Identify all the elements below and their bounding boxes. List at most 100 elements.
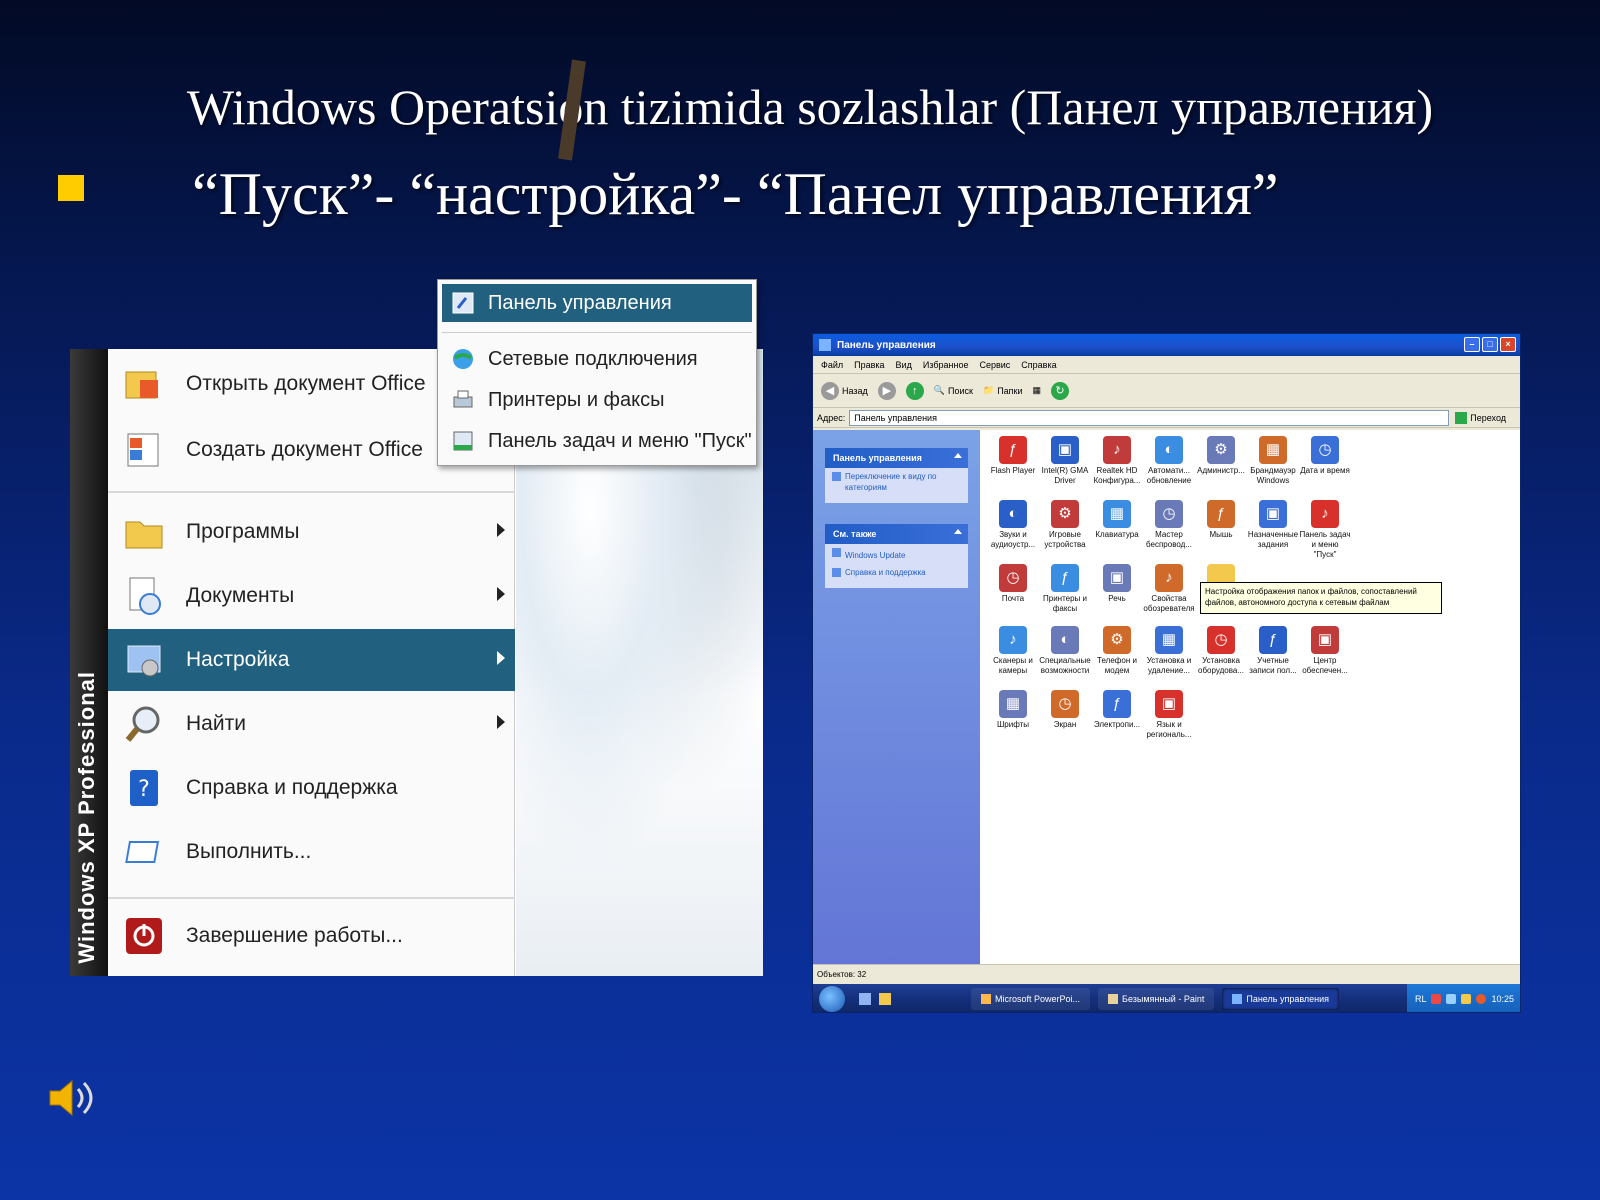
network-icon[interactable] <box>1446 994 1457 1004</box>
menu-item-help[interactable]: ? Справка и поддержка <box>108 757 515 819</box>
show-desktop-icon[interactable] <box>859 993 871 1005</box>
speaker-icon[interactable] <box>46 1073 96 1123</box>
control-panel-item[interactable]: ♪ Сканеры и камеры <box>987 626 1039 676</box>
applet-label: Звуки и аудиоустр... <box>990 530 1036 549</box>
submenu-item-taskbar[interactable]: Панель задач и меню "Пуск" <box>442 422 752 460</box>
task-control-panel[interactable]: Панель управления <box>1222 988 1340 1010</box>
chevron-up-icon <box>954 453 962 458</box>
help-support-link[interactable]: Справка и поддержка <box>825 564 968 588</box>
task-paint[interactable]: Безымянный - Paint <box>1098 988 1215 1010</box>
applet-icon: ♪ <box>1311 500 1339 528</box>
window-titlebar[interactable]: Панель управления – □ × <box>813 334 1520 356</box>
language-indicator[interactable]: RL <box>1415 994 1427 1004</box>
applet-icon: ⚙ <box>1207 436 1235 464</box>
submenu-item-network[interactable]: Сетевые подключения <box>442 340 752 378</box>
control-panel-item[interactable]: ▦ Брандмауэр Windows <box>1247 436 1299 486</box>
security-shield-icon[interactable] <box>1431 994 1442 1004</box>
back-button[interactable]: ◀ Назад <box>821 381 868 400</box>
menu-item-label: Справка и поддержка <box>186 776 398 799</box>
control-panel-item[interactable]: ◐ Специальные возможности <box>1039 626 1091 676</box>
icon-grid: ƒ Flash Player ▣ Intel(R) GMA Driver ♪ Realte… <box>983 430 1520 964</box>
menu-item-search[interactable]: Найти <box>108 693 515 755</box>
folders-button[interactable]: 📁 Папки <box>983 385 1023 396</box>
applet-label: Речь <box>1108 594 1126 603</box>
view-button[interactable]: ▦ <box>1033 385 1042 396</box>
windows-update-link[interactable]: Windows Update <box>825 544 968 564</box>
control-panel-item[interactable]: ♪ Свойства обозревателя <box>1143 564 1195 614</box>
menu-item-settings[interactable]: Настройка <box>108 629 515 691</box>
menu-edit[interactable]: Правка <box>854 360 884 370</box>
control-panel-item[interactable]: ƒ Мышь <box>1195 500 1247 540</box>
control-panel-item[interactable]: ▣ Центр обеспечен... <box>1299 626 1351 676</box>
control-panel-item[interactable]: ♪ Панель задач и меню "Пуск" <box>1299 500 1351 560</box>
task-box-header[interactable]: См. также <box>825 524 968 544</box>
ie-icon[interactable] <box>879 993 891 1005</box>
control-panel-item[interactable]: ▦ Клавиатура <box>1091 500 1143 540</box>
forward-button[interactable]: ▶ <box>877 381 896 400</box>
menu-view[interactable]: Вид <box>896 360 912 370</box>
menu-item-documents[interactable]: Документы <box>108 565 515 627</box>
go-button[interactable]: Переход <box>1455 411 1506 424</box>
volume-icon[interactable] <box>1461 994 1472 1004</box>
address-label: Адрес: <box>817 412 846 423</box>
applet-icon: ƒ <box>1207 500 1235 528</box>
control-panel-item[interactable]: ▦ Шрифты <box>987 690 1039 730</box>
submenu-item-printers[interactable]: Принтеры и факсы <box>442 381 752 419</box>
switch-category-link[interactable]: Переключение к виду по категориям <box>825 468 968 503</box>
menu-separator <box>108 897 515 899</box>
applet-icon: ▣ <box>1311 626 1339 654</box>
control-panel-item[interactable]: ⚙ Телефон и модем <box>1091 626 1143 676</box>
control-panel-icon <box>448 288 478 318</box>
applet-icon: ♪ <box>999 626 1027 654</box>
control-panel-item[interactable]: ▣ Intel(R) GMA Driver <box>1039 436 1091 486</box>
menu-tools[interactable]: Сервис <box>979 360 1010 370</box>
menu-item-label: Создать документ Office <box>186 438 423 461</box>
address-input[interactable]: Панель управления <box>849 409 1450 426</box>
refresh-button[interactable]: ↻ <box>1051 381 1070 400</box>
control-panel-item[interactable]: ▦ Установка и удаление... <box>1143 626 1195 676</box>
control-panel-item[interactable]: ◷ Установка оборудова... <box>1195 626 1247 676</box>
control-panel-icon <box>1232 994 1243 1004</box>
control-panel-item[interactable]: ▣ Речь <box>1091 564 1143 604</box>
close-button[interactable]: × <box>1500 337 1516 352</box>
submenu-item-control-panel[interactable]: Панель управления <box>442 284 752 322</box>
menu-file[interactable]: Файл <box>821 360 843 370</box>
control-panel-item[interactable]: ▣ Язык и региональ... <box>1143 690 1195 740</box>
applet-icon: ▦ <box>1103 500 1131 528</box>
menu-item-programs[interactable]: Программы <box>108 501 515 563</box>
alert-icon[interactable] <box>1476 994 1487 1004</box>
toolbar: ◀ Назад ▶ ↑ 🔍 Поиск 📁 Папки ▦ ↻ <box>813 374 1520 408</box>
control-panel-item[interactable]: ♪ Realtek HD Конфигура... <box>1091 436 1143 486</box>
applet-label: Шрифты <box>996 720 1030 729</box>
control-panel-item[interactable]: ◷ Экран <box>1039 690 1091 730</box>
control-panel-item[interactable]: ◷ Мастер беспровод... <box>1143 500 1195 550</box>
menu-help[interactable]: Справка <box>1021 360 1056 370</box>
control-panel-item[interactable]: ▣ Назначенные задания <box>1247 500 1299 550</box>
control-panel-item[interactable]: ƒ Учетные записи пол... <box>1247 626 1299 676</box>
applet-label: Свойства обозревателя <box>1143 594 1195 613</box>
maximize-button[interactable]: □ <box>1482 337 1498 352</box>
control-panel-item[interactable]: ◷ Дата и время <box>1299 436 1351 476</box>
start-button[interactable] <box>819 986 845 1012</box>
taskbar: Microsoft PowerPoi... Безымянный - Paint… <box>813 984 1520 1012</box>
applet-label: Игровые устройства <box>1044 530 1086 549</box>
control-panel-item[interactable]: ƒ Flash Player <box>987 436 1039 476</box>
submenu-item-label: Панель управления <box>488 291 672 314</box>
control-panel-item[interactable]: ƒ Принтеры и факсы <box>1039 564 1091 614</box>
submenu-item-label: Сетевые подключения <box>488 347 698 370</box>
control-panel-item[interactable]: ⚙ Администр... <box>1195 436 1247 476</box>
search-button[interactable]: 🔍 Поиск <box>934 385 973 396</box>
menu-item-shutdown[interactable]: Завершение работы... <box>108 905 515 967</box>
control-panel-item[interactable]: ƒ Электропи... <box>1091 690 1143 730</box>
up-folder-button[interactable]: ↑ <box>905 381 924 400</box>
task-powerpoint[interactable]: Microsoft PowerPoi... <box>971 988 1091 1010</box>
menu-item-run[interactable]: Выполнить... <box>108 821 515 883</box>
control-panel-item[interactable]: ◐ Автомати... обновление <box>1143 436 1195 486</box>
control-panel-item[interactable]: ◷ Почта <box>987 564 1039 604</box>
minimize-button[interactable]: – <box>1464 337 1480 352</box>
task-box-title: Панель управления <box>833 453 922 463</box>
control-panel-item[interactable]: ◐ Звуки и аудиоустр... <box>987 500 1039 550</box>
menu-favorites[interactable]: Избранное <box>923 360 969 370</box>
task-box-header[interactable]: Панель управления <box>825 448 968 468</box>
control-panel-item[interactable]: ⚙ Игровые устройства <box>1039 500 1091 550</box>
